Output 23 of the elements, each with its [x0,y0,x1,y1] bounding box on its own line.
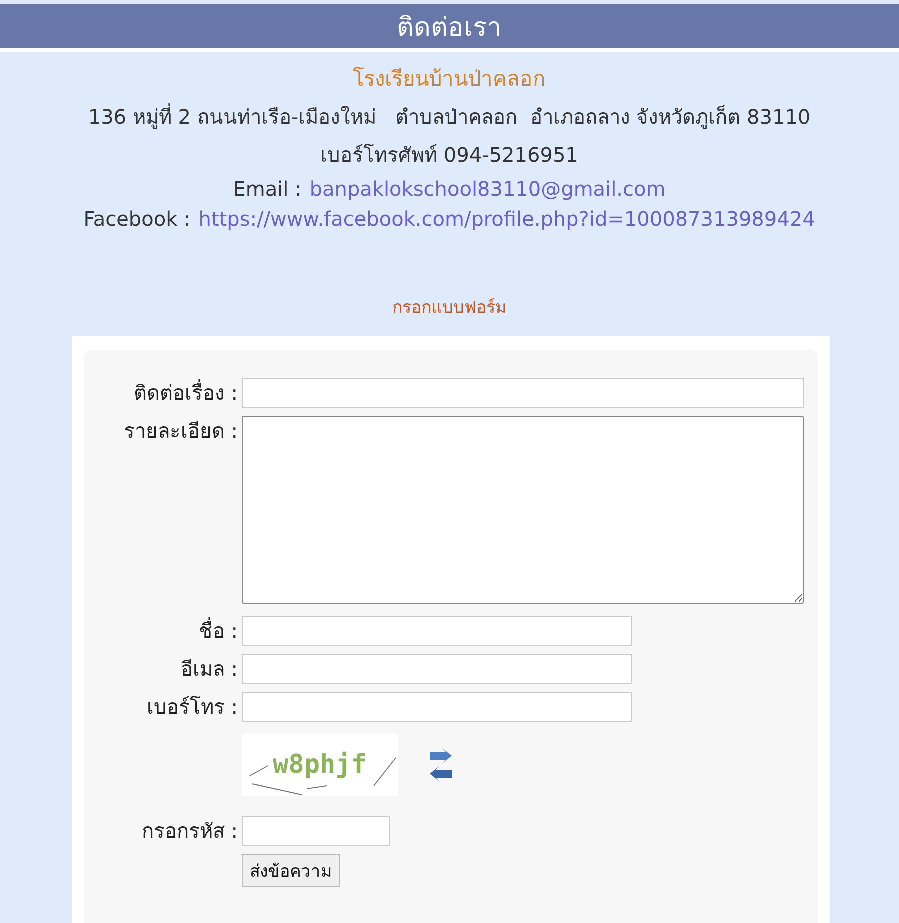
input-field[interactable] [242,616,632,646]
details-field[interactable] [242,416,804,604]
input-field[interactable] [242,378,804,408]
field-label: ติดต่อเรื่อง : [132,378,238,407]
field-label: รายละเอียด : [122,418,238,445]
address-text: 136 หมู่ที่ 2 ถนนท่าเรือ-เมืองใหม่ ตำบลป่าคลอก อำเภอถลาง จังหวัดภูเก็ต 83110 [88,102,811,131]
contact-label: Facebook : [84,207,191,231]
submit-button[interactable]: ส่งข้อความ [242,854,340,887]
input-field[interactable] [242,692,632,722]
school-name: โรงเรียนบ้านป่าคลอก [353,66,546,93]
field-label: กรอกรหัส : [140,818,238,845]
field-label: ชื่อ : [198,616,238,645]
phone-text: เบอร์โทรศัพท์ 094-5216951 [320,142,578,169]
contact-label: Email : [233,177,302,201]
field-label: เบอร์โทร : [146,694,238,721]
captcha-image: w8phjf [242,734,398,796]
page-title: ติดต่อเรา [397,12,502,44]
contact-link[interactable]: banpaklokschool83110@gmail.com [310,177,666,201]
code-field[interactable] [242,816,390,846]
field-label: อีเมล : [180,656,238,683]
contact-link[interactable]: https://www.facebook.com/profile.php?id=100087313989424 [198,207,816,231]
input-field[interactable] [242,654,632,684]
form-heading: กรอกแบบฟอร์ม [392,297,508,320]
